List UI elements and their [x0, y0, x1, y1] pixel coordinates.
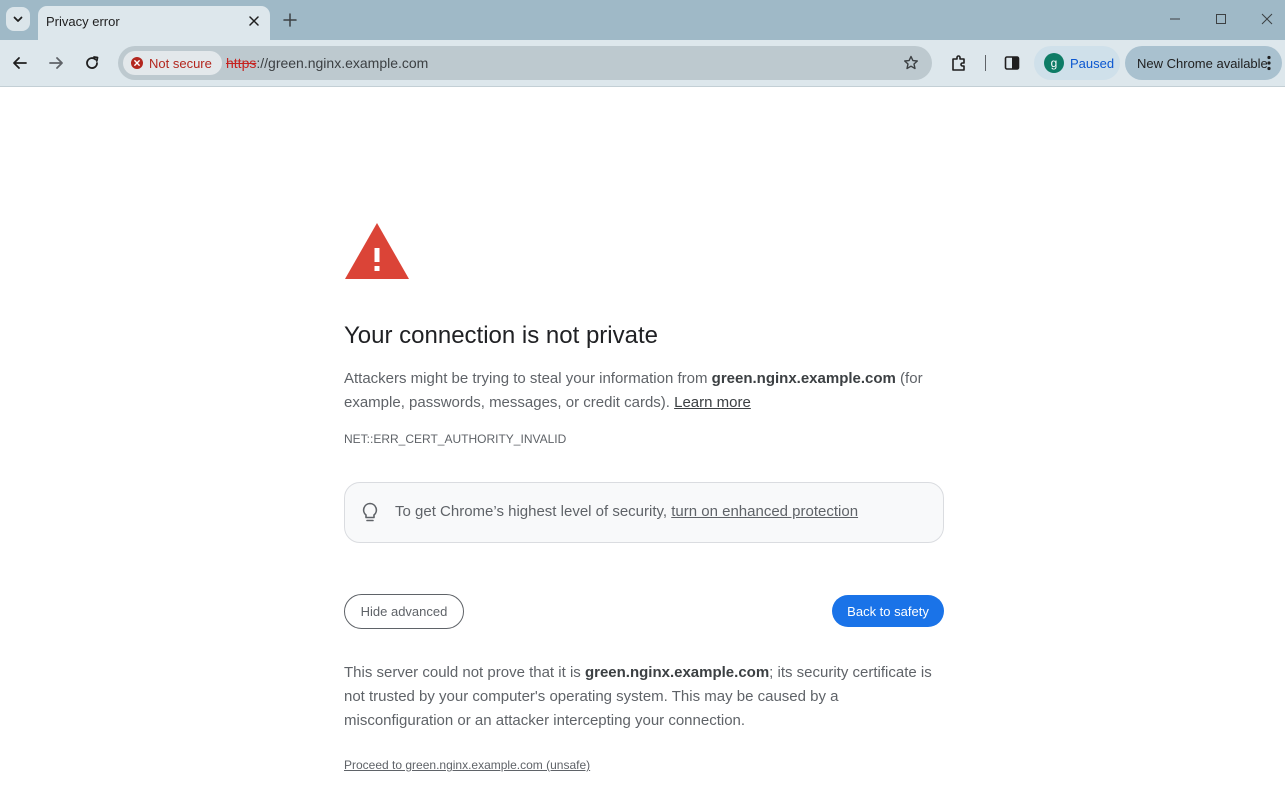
profile-status: Paused: [1070, 55, 1115, 71]
profile-button[interactable]: g Paused: [1034, 46, 1120, 80]
close-icon: [249, 16, 259, 26]
details-host: green.nginx.example.com: [584, 664, 770, 681]
back-to-safety-button[interactable]: Back to safety: [832, 595, 944, 627]
new-tab-button[interactable]: [278, 8, 302, 32]
warning-triangle-icon: [345, 223, 409, 279]
bookmark-button[interactable]: [902, 54, 920, 72]
arrow-right-icon: [49, 57, 63, 69]
enhanced-prefix: To get Chrome’s highest level of securit…: [395, 503, 672, 520]
star-icon: [904, 55, 918, 70]
url-host: ://green.nginx.example.com: [256, 55, 429, 71]
details-paragraph: This server could not prove that it is g…: [344, 661, 944, 733]
window-close-button[interactable]: [1253, 6, 1281, 32]
enhanced-protection-text: To get Chrome’s highest level of securit…: [395, 503, 858, 520]
extensions-button[interactable]: [948, 52, 970, 74]
reload-icon: [86, 56, 99, 69]
reload-button[interactable]: [78, 49, 106, 77]
tab-close-button[interactable]: [244, 11, 264, 31]
browser-toolbar: Not secure https://green.nginx.example.c…: [0, 40, 1285, 87]
error-circle-icon: [131, 57, 143, 69]
tab-title: Privacy error: [46, 14, 120, 29]
kebab-menu-icon[interactable]: [1266, 55, 1272, 71]
intro-paragraph: Attackers might be trying to steal your …: [344, 367, 944, 415]
lightbulb-icon: [362, 502, 378, 522]
details-text: This server could not prove that it is: [344, 664, 585, 681]
proceed-unsafe-link[interactable]: Proceed to green.nginx.example.com (unsa…: [344, 758, 590, 772]
active-tab[interactable]: Privacy error: [38, 6, 270, 40]
forward-button[interactable]: [42, 49, 70, 77]
toolbar-separator: [985, 55, 986, 71]
back-button[interactable]: [6, 49, 34, 77]
chevron-down-icon: [13, 16, 23, 22]
side-panel-icon: [1004, 56, 1020, 70]
enhanced-protection-link[interactable]: turn on enhanced protection: [671, 503, 858, 520]
update-chrome-button[interactable]: New Chrome available: [1125, 46, 1282, 80]
learn-more-link[interactable]: Learn more: [674, 394, 751, 411]
minimize-button[interactable]: [1161, 6, 1189, 32]
security-status-label: Not secure: [149, 55, 212, 71]
url-scheme: https: [226, 55, 257, 71]
intro-text: Attackers might be trying to steal your …: [344, 370, 712, 387]
not-secure-chip[interactable]: Not secure: [123, 51, 222, 75]
enhanced-protection-box: To get Chrome’s highest level of securit…: [344, 482, 944, 543]
side-panel-button[interactable]: [1001, 52, 1023, 74]
puzzle-icon: [952, 55, 965, 71]
close-icon: [1261, 13, 1273, 25]
minimize-icon: [1170, 18, 1180, 20]
tab-strip: Privacy error: [0, 0, 1285, 40]
maximize-button[interactable]: [1207, 6, 1235, 32]
error-code: NET::ERR_CERT_AUTHORITY_INVALID: [344, 432, 567, 446]
update-label: New Chrome available: [1137, 55, 1268, 71]
avatar: g: [1044, 53, 1064, 73]
intro-host: green.nginx.example.com: [711, 370, 896, 387]
maximize-icon: [1216, 14, 1226, 24]
hide-advanced-button[interactable]: Hide advanced: [344, 594, 464, 629]
address-bar[interactable]: Not secure https://green.nginx.example.c…: [118, 46, 932, 80]
url-text[interactable]: https://green.nginx.example.com: [226, 55, 428, 71]
arrow-left-icon: [13, 57, 27, 69]
tab-search-button[interactable]: [6, 7, 30, 31]
page-title: Your connection is not private: [344, 322, 658, 349]
plus-icon: [283, 13, 297, 27]
